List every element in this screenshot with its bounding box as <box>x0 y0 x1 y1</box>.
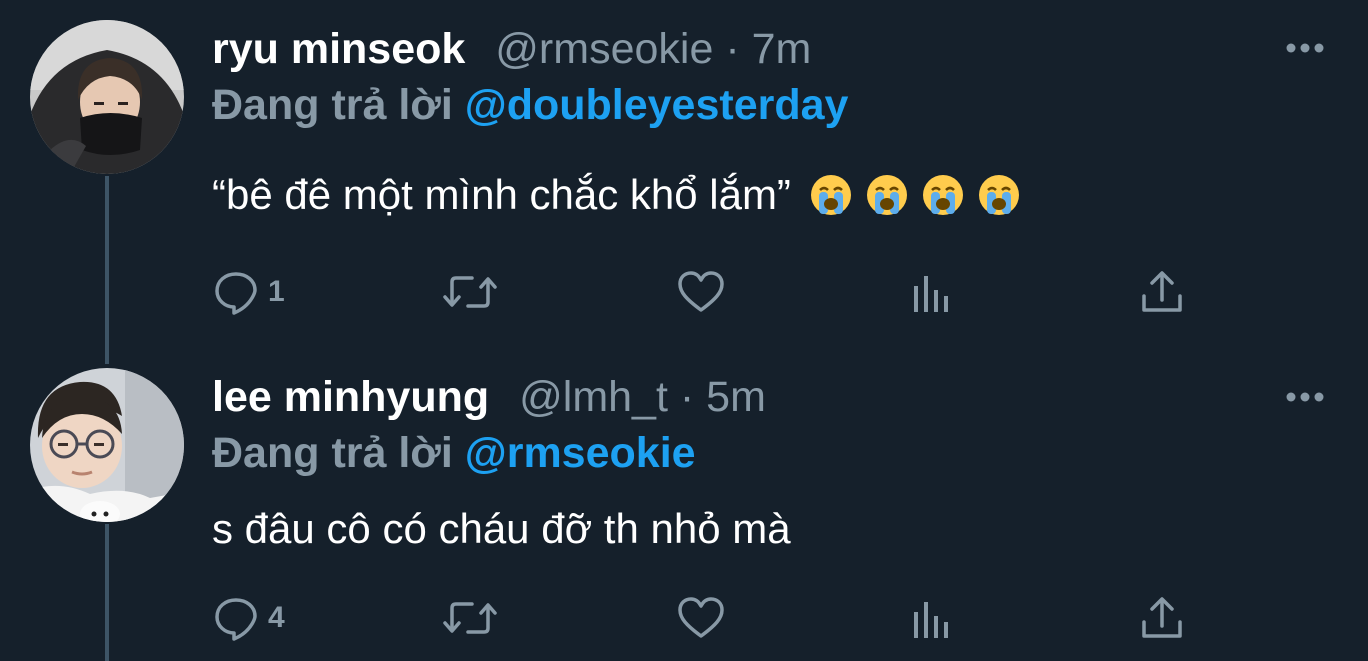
bar-chart-icon <box>914 276 948 312</box>
replying-to-label: Đang trả lời <box>212 429 453 477</box>
tweet-actions: 4 <box>0 588 1368 648</box>
retweet-icon <box>443 276 497 308</box>
bar-chart-icon <box>914 602 948 638</box>
more-dots-icon[interactable] <box>1283 387 1327 407</box>
tweet-text: “bê đê một mình chắc khổ lắm” <box>212 170 1021 220</box>
reply-count: 1 <box>268 275 285 308</box>
share-button[interactable] <box>1138 262 1186 322</box>
tweet-header: ryu minseok @rmseokie · 7m <box>212 24 811 74</box>
comment-bubble-icon <box>215 272 257 315</box>
mention-link[interactable]: @rmseokie <box>465 429 696 477</box>
retweet-icon <box>443 602 497 634</box>
timestamp[interactable]: 5m <box>706 373 766 421</box>
heart-icon <box>678 271 724 312</box>
user-handle[interactable]: @lmh_t <box>519 373 668 421</box>
share-upload-icon <box>1142 271 1182 312</box>
reply-count: 4 <box>268 601 285 634</box>
separator-dot: · <box>679 373 695 421</box>
loudly-crying-face-icon <box>810 175 851 215</box>
mention-link[interactable]: @doubleyesterday <box>465 81 849 129</box>
analytics-button[interactable] <box>910 588 954 648</box>
reply-button[interactable]: 4 <box>212 588 285 648</box>
analytics-button[interactable] <box>910 262 954 322</box>
avatar[interactable] <box>30 20 184 174</box>
loudly-crying-face-icon <box>866 175 907 215</box>
like-button[interactable] <box>676 588 726 648</box>
thread-line <box>105 360 109 364</box>
loudly-crying-face-icon <box>922 175 963 215</box>
tweet-text-body: “bê đê một mình chắc khổ lắm” <box>212 171 791 218</box>
timestamp[interactable]: 7m <box>752 25 812 73</box>
share-button[interactable] <box>1138 588 1186 648</box>
replying-to: Đang trả lời @doubleyesterday <box>212 80 848 130</box>
user-handle[interactable]: @rmseokie <box>495 25 713 73</box>
display-name[interactable]: ryu minseok <box>212 25 465 73</box>
display-name[interactable]: lee minhyung <box>212 373 489 421</box>
separator-dot: · <box>725 25 740 73</box>
share-upload-icon <box>1142 597 1182 638</box>
tweet-header: lee minhyung @lmh_t · 5m <box>212 372 766 422</box>
like-button[interactable] <box>676 262 726 322</box>
tweet-actions: 1 <box>0 262 1368 322</box>
tweet[interactable]: ryu minseok @rmseokie · 7m Đang trả lời … <box>0 0 1368 360</box>
loudly-crying-face-icon <box>978 175 1019 215</box>
avatar[interactable] <box>30 368 184 522</box>
reply-button[interactable]: 1 <box>212 262 285 322</box>
more-dots-icon[interactable] <box>1283 38 1327 58</box>
heart-icon <box>678 597 724 638</box>
retweet-button[interactable] <box>442 262 498 322</box>
tweet-text-body: s đâu cô có cháu đỡ th nhỏ mà <box>212 505 791 552</box>
replying-to: Đang trả lời @rmseokie <box>212 428 696 478</box>
tweet[interactable]: lee minhyung @lmh_t · 5m Đang trả lời @r… <box>0 360 1368 661</box>
comment-bubble-icon <box>215 598 257 641</box>
retweet-button[interactable] <box>442 588 498 648</box>
replying-to-label: Đang trả lời <box>212 81 453 129</box>
tweet-text: s đâu cô có cháu đỡ th nhỏ mà <box>212 504 791 554</box>
